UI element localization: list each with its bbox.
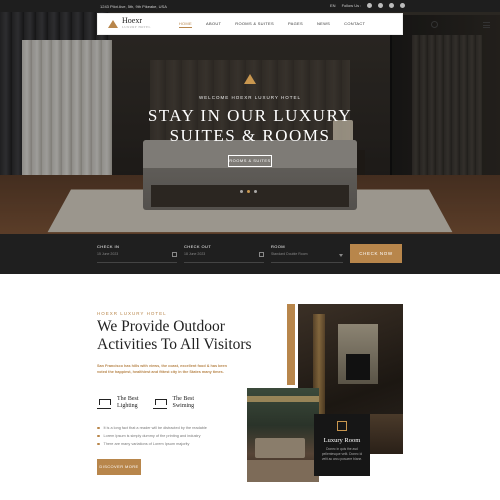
nav-rooms-suites[interactable]: ROOMS & SUITES	[235, 21, 274, 28]
field-divider	[97, 262, 177, 263]
hero-section: WELCOME HOEXR LUXURY HOTEL STAY IN OUR L…	[0, 0, 500, 234]
about-title: We Provide Outdoor Activities To All Vis…	[97, 318, 252, 354]
bullet-icon	[97, 442, 100, 446]
list-item: There are many variations of Lorem Ipsum…	[97, 440, 207, 448]
photo-rug	[247, 460, 319, 482]
room-value[interactable]: Standard Double Room	[271, 252, 343, 256]
photo-glow	[247, 396, 319, 402]
feature1-line1: The Best	[117, 396, 139, 402]
swimming-icon	[152, 397, 167, 409]
card-description: Donec in quis the asd pellentesque velit…	[321, 447, 363, 461]
bullet-icon	[97, 426, 100, 430]
logo[interactable]: Hoexr LUXURY HOTEL	[108, 17, 151, 31]
feature-text: The Best Swiming	[173, 396, 195, 410]
bullet-list: It is a long fact that a reader will be …	[97, 424, 207, 448]
rooms-suites-button[interactable]: ROOMS & SUITES	[228, 155, 272, 167]
feature2-line1: The Best	[172, 396, 195, 402]
check-out-field[interactable]: CHECK OUT 18 June 2023	[184, 244, 264, 264]
check-in-field[interactable]: CHECK IN 15 June 2023	[97, 244, 177, 264]
nav-pages[interactable]: PAGES	[288, 21, 303, 28]
nav-about[interactable]: ABOUT	[206, 21, 221, 28]
main-navbar: Hoexr LUXURY HOTEL HOME ABOUT ROOMS & SU…	[97, 13, 490, 35]
pinterest-icon[interactable]	[400, 3, 406, 8]
bullet-icon	[97, 434, 100, 438]
field-divider	[271, 262, 343, 263]
room-field[interactable]: ROOM Standard Double Room	[271, 244, 343, 264]
feature-swimming: The Best Swiming	[152, 396, 195, 410]
crown-icon	[244, 74, 256, 84]
feature1-line2: Lighting	[117, 403, 138, 409]
check-in-label: CHECK IN	[97, 244, 120, 249]
facebook-icon[interactable]	[367, 3, 373, 8]
room-icon	[337, 421, 347, 431]
twitter-icon[interactable]	[378, 3, 384, 8]
language-select[interactable]: EN	[330, 3, 336, 8]
about-paragraph: San Francisco has hills with views, the …	[97, 364, 227, 374]
calendar-icon[interactable]	[172, 252, 177, 257]
photo-bed	[255, 438, 305, 458]
slider-dot[interactable]	[254, 190, 257, 193]
booking-bar: CHECK IN 15 June 2023 CHECK OUT 18 June …	[0, 234, 500, 274]
nav-contact[interactable]: CONTACT	[344, 21, 365, 28]
list-item: Lorem Ipsum is simply dummy of the print…	[97, 432, 207, 440]
instagram-icon[interactable]	[389, 3, 395, 8]
feature-text: The Best Lighting	[117, 396, 139, 410]
slider-dot[interactable]	[240, 190, 243, 193]
top-bar: 1243 Pilot Ave, 5th, 9th Pikeake, USA EN…	[0, 0, 500, 12]
features-row: The Best Lighting The Best Swiming	[97, 396, 194, 410]
check-in-value[interactable]: 15 June 2023	[97, 252, 177, 256]
luxury-room-card[interactable]: Luxury Room Donec in quis the asd pellen…	[314, 414, 370, 476]
check-now-button[interactable]: CHECK NOW	[350, 244, 402, 263]
hero-title-line1: STAY IN OUR LUXURY	[147, 106, 353, 125]
bedroom-photo	[247, 388, 319, 482]
top-bar-right: EN Follow Us :	[330, 3, 406, 8]
field-divider	[184, 262, 264, 263]
lighting-icon	[97, 397, 111, 409]
logo-sub: LUXURY HOTEL	[122, 25, 151, 29]
about-title-line1: We Provide Outdoor	[97, 318, 225, 335]
feature-lighting: The Best Lighting	[97, 396, 139, 410]
about-kicker: HOEXR LUXURY HOTEL	[97, 311, 167, 316]
logo-icon	[108, 20, 118, 28]
slider-dot-active[interactable]	[247, 190, 250, 193]
list-item-text: It is a long fact that a reader will be …	[103, 426, 207, 430]
list-item-text: There are many variations of Lorem Ipsum…	[103, 442, 190, 446]
nav-home[interactable]: HOME	[178, 21, 193, 28]
discover-more-button[interactable]: DISCOVER MORE	[97, 459, 141, 475]
hamburger-menu-icon[interactable]	[483, 22, 490, 28]
gold-accent-bar	[287, 304, 295, 385]
room-label: ROOM	[271, 244, 286, 249]
hero-welcome: WELCOME HOEXR LUXURY HOTEL	[198, 95, 302, 100]
hero-title-line2: SUITES & ROOMS	[169, 126, 331, 145]
address-text: 1243 Pilot Ave, 5th, 9th Pikeake, USA	[100, 4, 167, 9]
about-title-line2: Activities To All Visitors	[97, 336, 252, 353]
slider-dots	[240, 190, 257, 193]
nav-menu: HOME ABOUT ROOMS & SUITES PAGES NEWS CON…	[178, 21, 365, 28]
calendar-icon[interactable]	[259, 252, 264, 257]
nav-news[interactable]: NEWS	[317, 21, 330, 28]
check-out-value[interactable]: 18 June 2023	[184, 252, 264, 256]
check-out-label: CHECK OUT	[184, 244, 212, 249]
list-item: It is a long fact that a reader will be …	[97, 424, 207, 432]
hero-title: STAY IN OUR LUXURY SUITES & ROOMS	[0, 106, 500, 146]
chevron-down-icon[interactable]	[339, 254, 343, 257]
logo-text: Hoexr LUXURY HOTEL	[122, 17, 151, 31]
card-title: Luxury Room	[323, 437, 361, 444]
photo-tv	[346, 354, 370, 380]
feature2-line2: Swiming	[172, 403, 195, 409]
search-icon[interactable]	[431, 21, 438, 28]
follow-label: Follow Us :	[341, 3, 362, 8]
list-item-text: Lorem Ipsum is simply dummy of the print…	[103, 434, 201, 438]
